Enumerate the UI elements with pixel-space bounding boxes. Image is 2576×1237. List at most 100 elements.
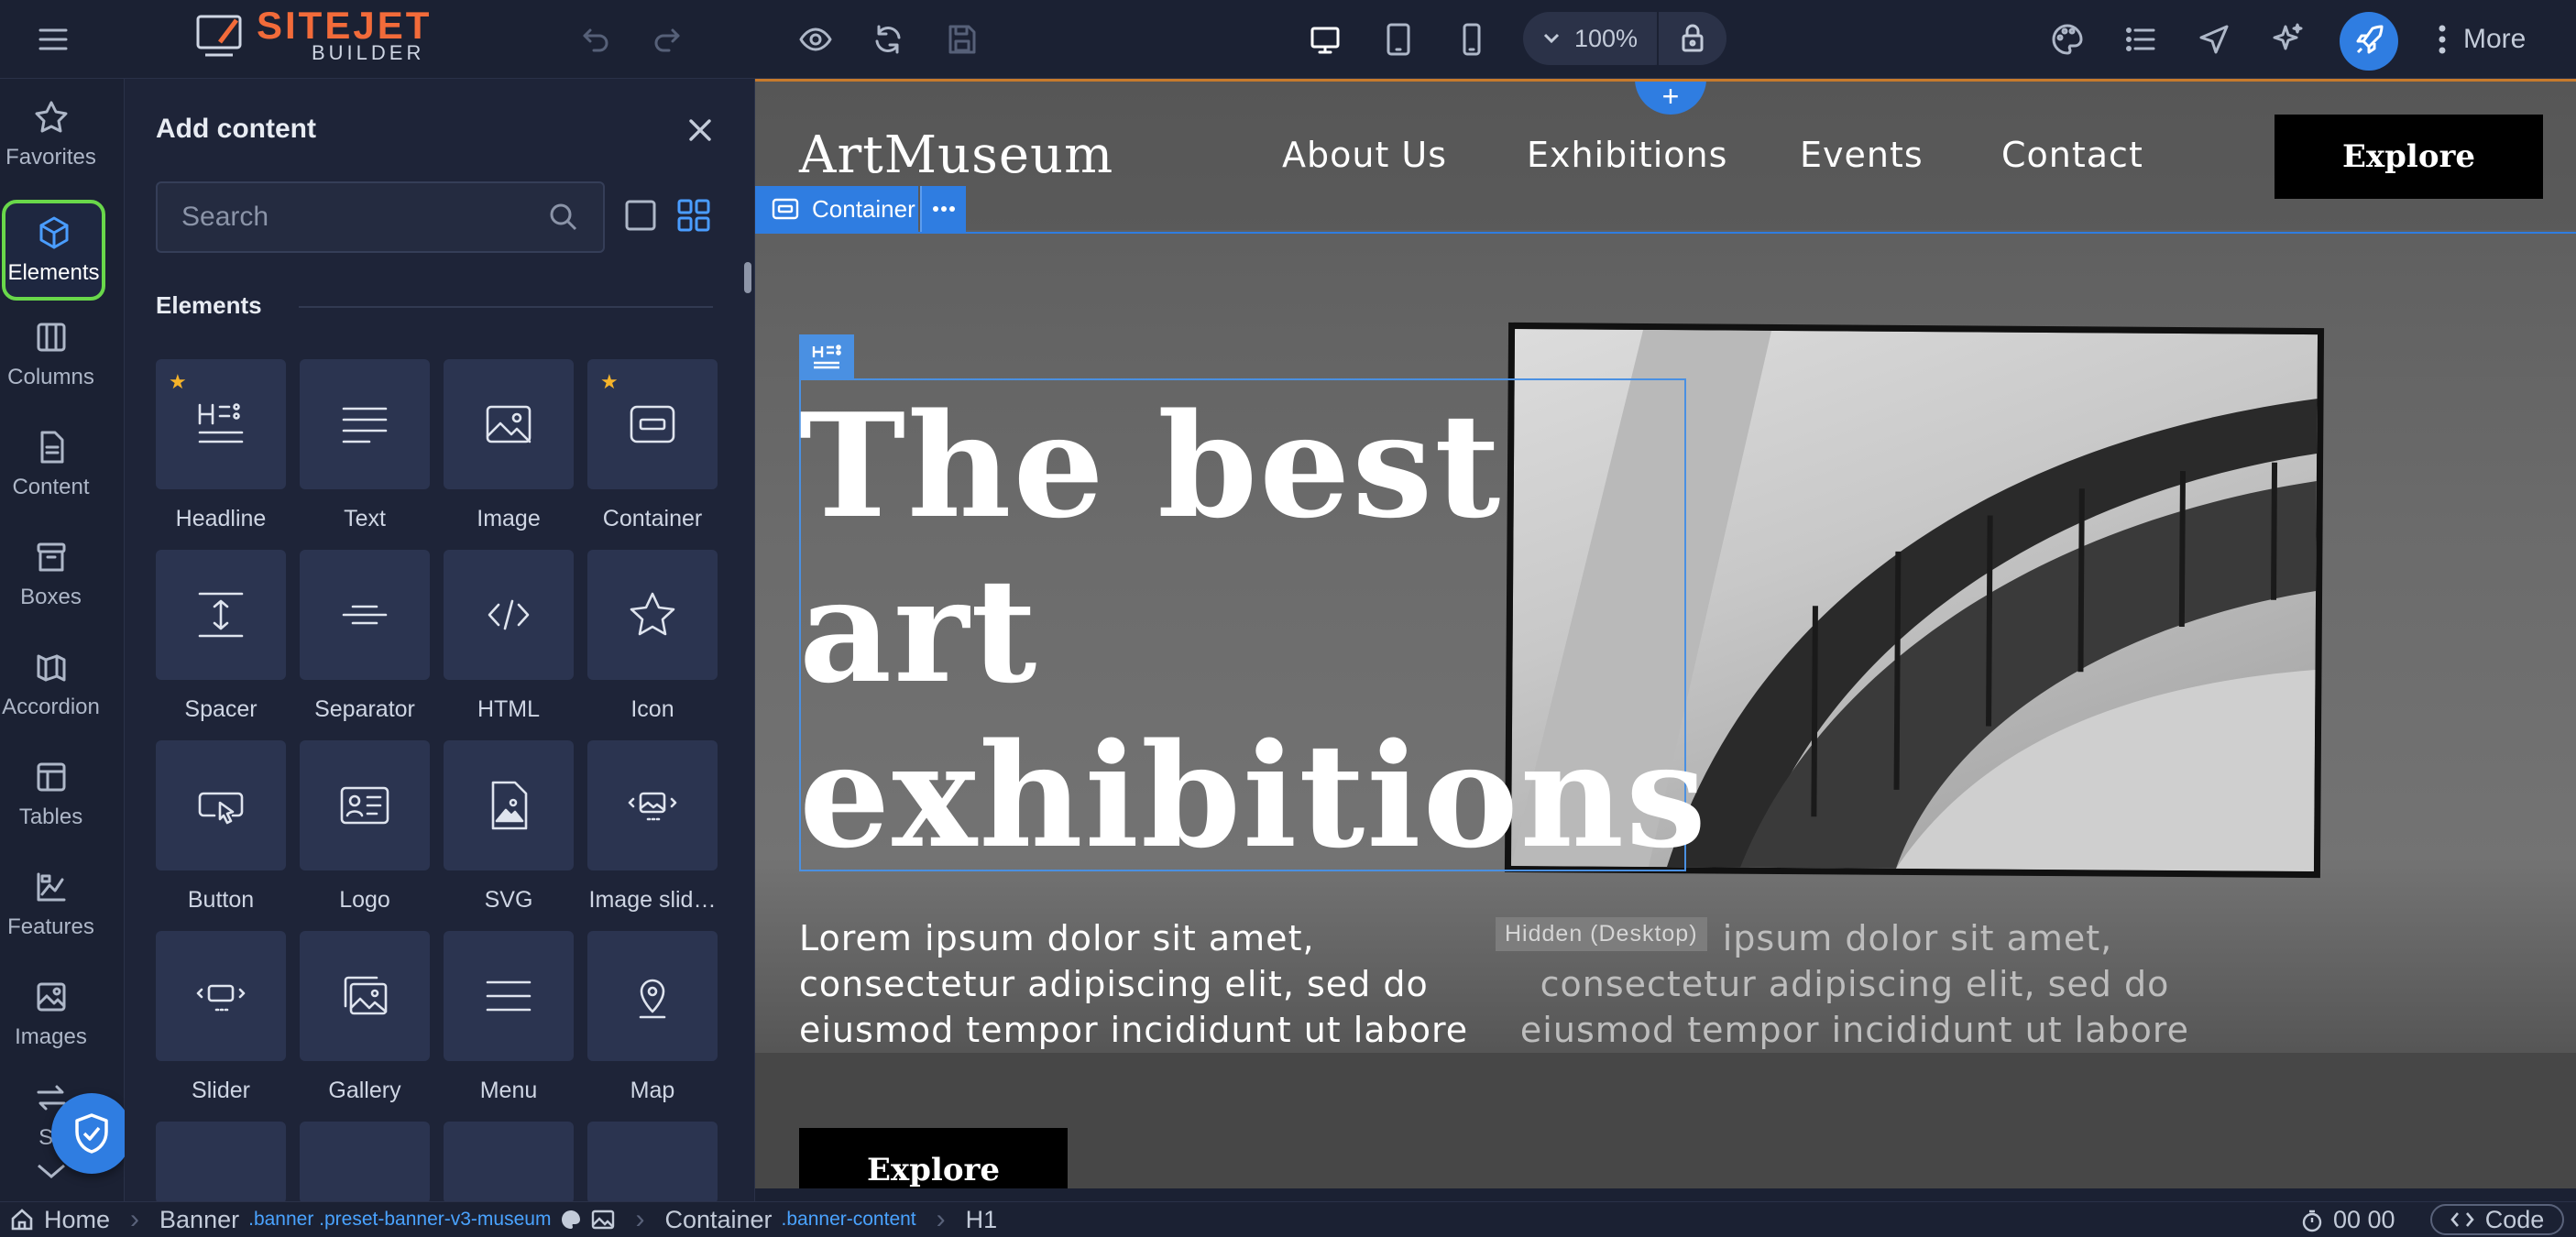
selected-container-tag[interactable]: Container xyxy=(755,186,918,232)
redo-icon[interactable] xyxy=(643,14,695,65)
tile-svg[interactable] xyxy=(444,740,574,870)
tile-icon[interactable] xyxy=(587,550,718,680)
rail-item-boxes[interactable]: Boxes xyxy=(0,524,102,625)
breadcrumb-label: Container xyxy=(664,1205,773,1233)
logo-icon xyxy=(340,786,389,825)
tile-label: Map xyxy=(630,1078,675,1103)
breadcrumb-h1[interactable]: H1 xyxy=(966,1206,998,1234)
section-label-elements: Elements xyxy=(156,291,262,319)
favorite-star-icon: ★ xyxy=(169,370,187,393)
nav-link-about-us[interactable]: About Us xyxy=(1282,135,1447,175)
publish-rocket-button[interactable] xyxy=(2340,12,2398,71)
desktop-view-icon[interactable] xyxy=(1299,14,1351,65)
nav-link-events[interactable]: Events xyxy=(1800,135,1924,175)
selected-element-label: Container xyxy=(812,194,915,223)
rail-item-tables[interactable]: Tables xyxy=(0,744,102,845)
background-image-icon xyxy=(592,1210,615,1230)
rail-item-images[interactable]: Images xyxy=(0,964,102,1065)
more-menu[interactable]: More xyxy=(2438,16,2526,62)
hero-headline[interactable]: The best art exhibitions xyxy=(799,384,1716,879)
rail-item-elements[interactable]: Elements xyxy=(2,200,105,301)
search-field[interactable] xyxy=(156,181,605,253)
timer-value: 00 00 xyxy=(2333,1206,2395,1233)
panel-title: Add content xyxy=(156,114,316,144)
breadcrumb-home[interactable]: Home xyxy=(9,1206,110,1234)
session-timer: 00 00 xyxy=(2300,1202,2395,1237)
tablet-view-icon[interactable] xyxy=(1373,14,1424,65)
headline-icon xyxy=(812,345,841,369)
columns-icon xyxy=(37,323,65,352)
tile-logo[interactable] xyxy=(300,740,430,870)
mobile-view-icon[interactable] xyxy=(1446,14,1497,65)
menu-icon xyxy=(486,980,532,1012)
refresh-icon[interactable] xyxy=(862,14,914,65)
tile-image-slider[interactable] xyxy=(587,740,718,870)
grid-view-icon[interactable] xyxy=(676,198,711,233)
tile-partial[interactable] xyxy=(444,1122,574,1201)
tile-gallery[interactable] xyxy=(300,931,430,1061)
rail-item-columns[interactable]: Columns xyxy=(0,304,102,405)
tile-partial[interactable] xyxy=(300,1122,430,1201)
close-icon[interactable] xyxy=(682,112,718,148)
headline-element-tag[interactable] xyxy=(799,334,854,378)
tile-label: Container xyxy=(602,506,703,531)
tile-image[interactable] xyxy=(444,359,574,489)
design-palette-icon[interactable] xyxy=(2042,14,2093,65)
tile-headline[interactable]: ★ xyxy=(156,359,286,489)
rail-item-accordion[interactable]: Accordion xyxy=(0,634,102,735)
undo-icon[interactable] xyxy=(568,14,619,65)
list-view-icon[interactable] xyxy=(623,198,658,233)
table-icon xyxy=(37,762,65,792)
code-icon xyxy=(488,599,530,630)
navigate-icon[interactable] xyxy=(2188,14,2240,65)
nav-explore-button[interactable]: Explore xyxy=(2275,115,2543,199)
separator-icon xyxy=(342,605,388,625)
tile-label: Spacer xyxy=(184,696,258,722)
spacer-icon xyxy=(198,592,244,638)
zoom-lock-button[interactable] xyxy=(1657,12,1726,65)
tile-container[interactable]: ★ xyxy=(587,359,718,489)
site-brand-logo[interactable]: ArtMuseum xyxy=(799,126,1113,185)
hamburger-menu-icon[interactable] xyxy=(27,14,79,65)
security-shield-button[interactable] xyxy=(51,1093,132,1174)
button-icon xyxy=(198,792,244,825)
page-list-icon[interactable] xyxy=(2115,14,2166,65)
image-icon xyxy=(37,982,65,1012)
rocket-icon xyxy=(2356,25,2384,54)
breadcrumb-banner[interactable]: Banner .banner .preset-banner-v3-museum xyxy=(159,1206,615,1234)
tile-spacer[interactable] xyxy=(156,550,286,680)
tile-menu[interactable] xyxy=(444,931,574,1061)
search-input[interactable] xyxy=(181,202,530,233)
tile-partial[interactable] xyxy=(156,1122,286,1201)
headline-icon xyxy=(198,403,244,443)
rail-item-favorites[interactable]: Favorites xyxy=(0,84,102,185)
breadcrumb-container[interactable]: Container .banner-content xyxy=(664,1206,915,1234)
tile-button[interactable] xyxy=(156,740,286,870)
code-button[interactable]: Code xyxy=(2430,1204,2564,1235)
rail-label: Images xyxy=(15,1024,87,1049)
tile-map[interactable] xyxy=(587,931,718,1061)
tile-partial[interactable] xyxy=(587,1122,718,1201)
element-options-button[interactable] xyxy=(920,186,966,232)
tile-html[interactable] xyxy=(444,550,574,680)
hero-paragraph[interactable]: Lorem ipsum dolor sit amet, consectetur … xyxy=(799,915,1496,1053)
breadcrumb-label: Banner xyxy=(159,1205,240,1233)
chevron-down-icon xyxy=(1543,33,1560,44)
website-canvas[interactable]: ArtMuseum About Us Exhibitions Events Co… xyxy=(755,79,2576,1188)
rail-item-features[interactable]: Features xyxy=(0,854,102,955)
save-icon[interactable] xyxy=(936,14,987,65)
nav-link-contact[interactable]: Contact xyxy=(2001,135,2143,175)
nav-link-exhibitions[interactable]: Exhibitions xyxy=(1527,135,1727,175)
tile-label: Gallery xyxy=(328,1078,401,1103)
panel-scrollbar[interactable] xyxy=(744,262,751,293)
tile-slider[interactable] xyxy=(156,931,286,1061)
shield-check-icon xyxy=(75,1113,108,1154)
rail-item-content[interactable]: Content xyxy=(0,414,102,515)
star-icon xyxy=(35,101,67,133)
tile-separator[interactable] xyxy=(300,550,430,680)
hero-explore-button[interactable]: Explore xyxy=(799,1128,1068,1188)
tile-text[interactable] xyxy=(300,359,430,489)
ai-sparkle-icon[interactable] xyxy=(2262,14,2313,65)
ellipsis-icon xyxy=(933,206,955,212)
preview-eye-icon[interactable] xyxy=(790,14,841,65)
